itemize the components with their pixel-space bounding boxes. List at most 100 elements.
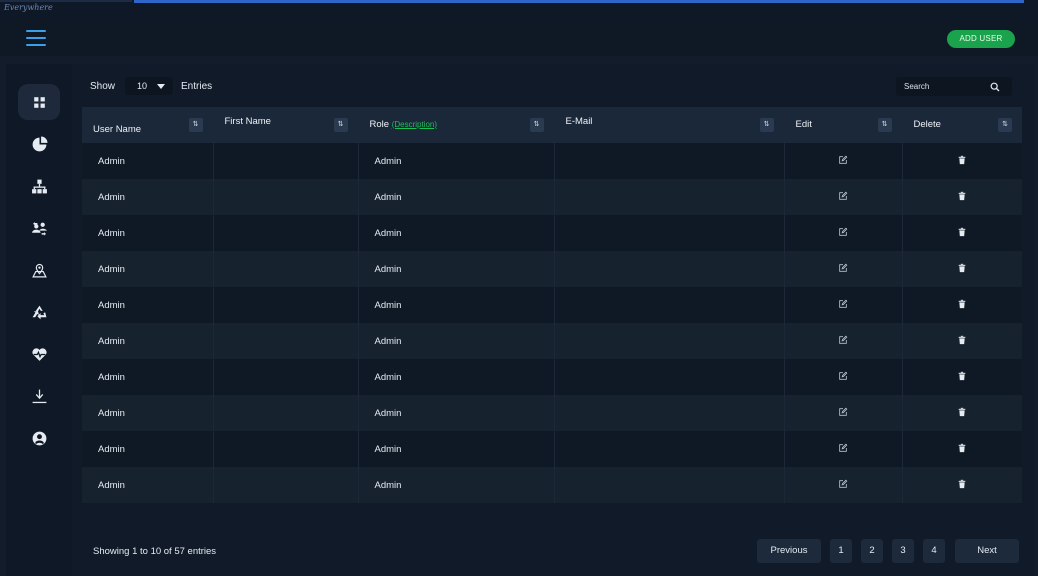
sidebar-item-hierarchy[interactable] (18, 168, 60, 204)
cell-email (554, 467, 785, 503)
cell-role: Admin (358, 179, 555, 215)
sort-icon[interactable]: ⇅ (188, 118, 203, 132)
edit-icon[interactable] (838, 407, 848, 417)
table-row: Admin Admin (82, 323, 1022, 359)
table-row: Admin Admin (82, 215, 1022, 251)
edit-icon[interactable] (838, 263, 848, 273)
table-row: Admin Admin (82, 359, 1022, 395)
edit-icon[interactable] (838, 335, 848, 345)
trash-icon[interactable] (957, 299, 967, 309)
table-row: Admin Admin (82, 395, 1022, 431)
cell-first-name (213, 467, 359, 503)
cell-email (554, 287, 785, 323)
trash-icon[interactable] (957, 263, 967, 273)
cell-edit (784, 359, 903, 395)
cell-user-name: Admin (82, 143, 214, 179)
sidebar-item-download[interactable] (18, 378, 60, 414)
edit-icon[interactable] (838, 299, 848, 309)
logo-underline (0, 0, 132, 2)
cell-role: Admin (358, 287, 555, 323)
edit-icon[interactable] (838, 191, 848, 201)
trash-icon[interactable] (957, 335, 967, 345)
users-table: User Name ⇅ First Name ⇅ Role (Descripti… (82, 107, 1022, 503)
cell-edit (784, 215, 903, 251)
column-header-email[interactable]: E-Mail ⇅ (554, 107, 785, 143)
download-icon (32, 389, 46, 403)
column-header-first-name[interactable]: First Name ⇅ (213, 107, 359, 143)
column-header-edit[interactable]: Edit ⇅ (784, 107, 903, 143)
trash-icon[interactable] (957, 191, 967, 201)
sidebar-item-reports[interactable] (18, 126, 60, 162)
page-button-3[interactable]: 3 (892, 539, 914, 563)
column-header-delete[interactable]: Delete ⇅ (902, 107, 1022, 143)
column-label: E-Mail (565, 115, 593, 127)
cell-email (554, 323, 785, 359)
sidebar-item-dashboard[interactable] (18, 84, 60, 120)
pagination-info: Showing 1 to 10 of 57 entries (93, 546, 217, 557)
next-page-button[interactable]: Next (955, 539, 1019, 563)
trash-icon[interactable] (957, 443, 967, 453)
cell-first-name (213, 359, 359, 395)
caret-down-icon (157, 83, 166, 89)
table-row: Admin Admin (82, 467, 1022, 503)
sidebar-item-user-sync[interactable] (18, 210, 60, 246)
sidebar (6, 64, 72, 576)
cell-user-name: Admin (82, 251, 214, 287)
sidebar-item-locations[interactable] (18, 252, 60, 288)
heart-pulse-icon (31, 347, 47, 361)
edit-icon[interactable] (838, 371, 848, 381)
column-label: First Name (224, 115, 271, 127)
cell-email (554, 395, 785, 431)
sort-icon[interactable]: ⇅ (998, 118, 1012, 132)
cell-edit (784, 143, 903, 179)
cell-user-name: Admin (82, 215, 214, 251)
cell-edit (784, 179, 903, 215)
cell-role: Admin (358, 359, 555, 395)
entries-select[interactable]: 10 (125, 77, 174, 95)
trash-icon[interactable] (957, 155, 967, 165)
edit-icon[interactable] (838, 155, 848, 165)
edit-icon[interactable] (838, 479, 848, 489)
show-label: Show (90, 80, 116, 92)
cell-first-name (213, 143, 359, 179)
search-icon[interactable] (990, 82, 1000, 92)
edit-icon[interactable] (838, 227, 848, 237)
table-row: Admin Admin (82, 179, 1022, 215)
cell-delete (902, 215, 1022, 251)
sidebar-item-recycle[interactable] (18, 294, 60, 330)
cell-delete (902, 323, 1022, 359)
cell-delete (902, 179, 1022, 215)
cell-email (554, 431, 785, 467)
sidebar-item-profile[interactable] (18, 420, 60, 456)
cell-user-name: Admin (82, 323, 214, 359)
cell-role: Admin (358, 395, 555, 431)
sidebar-item-health[interactable] (18, 336, 60, 372)
sort-icon[interactable]: ⇅ (333, 118, 348, 132)
search-input[interactable] (904, 82, 990, 91)
page-button-2[interactable]: 2 (861, 539, 883, 563)
sort-icon[interactable]: ⇅ (759, 118, 774, 132)
edit-icon[interactable] (838, 443, 848, 453)
cell-email (554, 251, 785, 287)
column-header-user-name[interactable]: User Name ⇅ (82, 107, 214, 143)
trash-icon[interactable] (957, 227, 967, 237)
role-description-link[interactable]: (Description) (392, 120, 437, 129)
sort-icon[interactable]: ⇅ (529, 118, 544, 132)
sort-icon[interactable]: ⇅ (877, 118, 892, 132)
cell-first-name (213, 287, 359, 323)
cell-user-name: Admin (82, 287, 214, 323)
cell-delete (902, 359, 1022, 395)
trash-icon[interactable] (957, 407, 967, 417)
previous-page-button[interactable]: Previous (757, 539, 821, 563)
column-header-role[interactable]: Role (Description) ⇅ (358, 107, 555, 143)
trash-icon[interactable] (957, 371, 967, 381)
trash-icon[interactable] (957, 479, 967, 489)
page-button-4[interactable]: 4 (923, 539, 945, 563)
hamburger-icon[interactable] (26, 30, 46, 46)
cell-edit (784, 395, 903, 431)
cell-edit (784, 323, 903, 359)
page-button-1[interactable]: 1 (830, 539, 852, 563)
add-user-button[interactable]: ADD USER (947, 30, 1015, 48)
cell-role: Admin (358, 215, 555, 251)
cell-role: Admin (358, 431, 555, 467)
